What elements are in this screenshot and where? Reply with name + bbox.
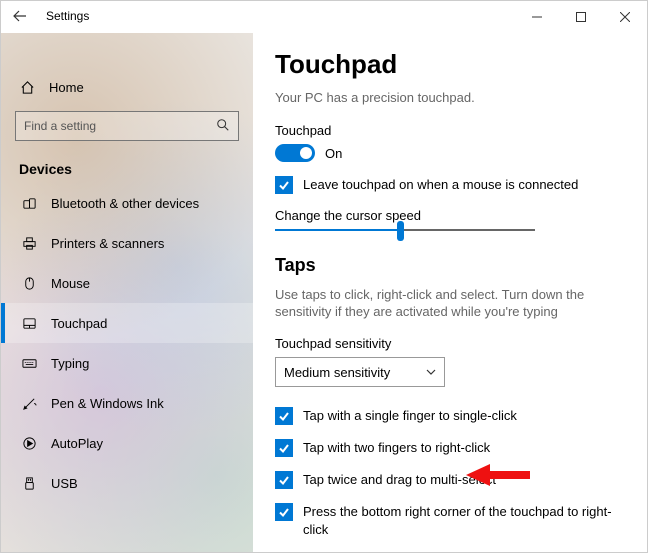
page-title: Touchpad — [275, 49, 625, 80]
maximize-button[interactable] — [559, 1, 603, 33]
tap-checkbox-3[interactable] — [275, 503, 293, 521]
tap-checkbox-0[interactable] — [275, 407, 293, 425]
printer-icon — [21, 236, 37, 251]
home-icon — [19, 80, 35, 95]
tap-checkbox-label: Tap with a single finger to single-click — [303, 407, 517, 425]
typing-icon — [21, 356, 37, 371]
sidebar-item-mouse[interactable]: Mouse — [1, 263, 253, 303]
search-placeholder: Find a setting — [24, 119, 96, 133]
sidebar-item-label: Typing — [51, 356, 89, 371]
bluetooth-devices-icon — [21, 196, 37, 211]
back-button[interactable] — [0, 0, 40, 32]
sidebar-item-typing[interactable]: Typing — [1, 343, 253, 383]
sidebar-item-label: AutoPlay — [51, 436, 103, 451]
pen-icon — [21, 396, 37, 411]
sidebar-item-label: Printers & scanners — [51, 236, 164, 251]
taps-heading: Taps — [275, 255, 625, 276]
sidebar-item-label: Bluetooth & other devices — [51, 196, 199, 211]
sidebar-item-touchpad[interactable]: Touchpad — [1, 303, 253, 343]
search-input[interactable]: Find a setting — [15, 111, 239, 141]
minimize-button[interactable] — [515, 1, 559, 33]
sidebar-home[interactable]: Home — [1, 69, 253, 105]
mouse-icon — [21, 276, 37, 291]
precision-subtext: Your PC has a precision touchpad. — [275, 90, 625, 105]
cursor-speed-slider[interactable] — [275, 229, 535, 231]
callout-arrow — [466, 464, 530, 486]
touchpad-toggle-label: Touchpad — [275, 123, 625, 138]
leave-touchpad-on-checkbox[interactable] — [275, 176, 293, 194]
tap-checkbox-2[interactable] — [275, 471, 293, 489]
touchpad-toggle[interactable] — [275, 144, 315, 162]
autoplay-icon — [21, 436, 37, 451]
sidebar-item-label: Pen & Windows Ink — [51, 396, 164, 411]
tap-checkbox-1[interactable] — [275, 439, 293, 457]
sidebar-item-label: USB — [51, 476, 78, 491]
sidebar-item-printer[interactable]: Printers & scanners — [1, 223, 253, 263]
tap-checkbox-label: Press the bottom right corner of the tou… — [303, 503, 625, 539]
sidebar-home-label: Home — [49, 80, 84, 95]
window-title: Settings — [46, 9, 89, 23]
cursor-speed-label: Change the cursor speed — [275, 208, 625, 223]
sidebar-item-usb[interactable]: USB — [1, 463, 253, 503]
sensitivity-label: Touchpad sensitivity — [275, 336, 625, 351]
touchpad-icon — [21, 316, 37, 331]
sensitivity-select[interactable]: Medium sensitivity — [275, 357, 445, 387]
sidebar: Home Find a setting Devices Bluetooth & … — [1, 33, 253, 552]
close-button[interactable] — [603, 1, 647, 33]
sensitivity-value: Medium sensitivity — [284, 365, 390, 380]
sidebar-item-pen[interactable]: Pen & Windows Ink — [1, 383, 253, 423]
sidebar-section-header: Devices — [1, 151, 253, 183]
tap-checkbox-label: Tap with two fingers to right-click — [303, 439, 490, 457]
chevron-down-icon — [426, 365, 436, 380]
usb-icon — [21, 476, 37, 491]
toggle-state-text: On — [325, 146, 342, 161]
sidebar-item-bluetooth-devices[interactable]: Bluetooth & other devices — [1, 183, 253, 223]
sidebar-item-autoplay[interactable]: AutoPlay — [1, 423, 253, 463]
taps-description: Use taps to click, right-click and selec… — [275, 286, 625, 320]
main-content: Touchpad Your PC has a precision touchpa… — [253, 33, 647, 552]
sidebar-item-label: Mouse — [51, 276, 90, 291]
sidebar-item-label: Touchpad — [51, 316, 107, 331]
search-icon — [216, 118, 230, 135]
leave-touchpad-on-label: Leave touchpad on when a mouse is connec… — [303, 176, 578, 194]
